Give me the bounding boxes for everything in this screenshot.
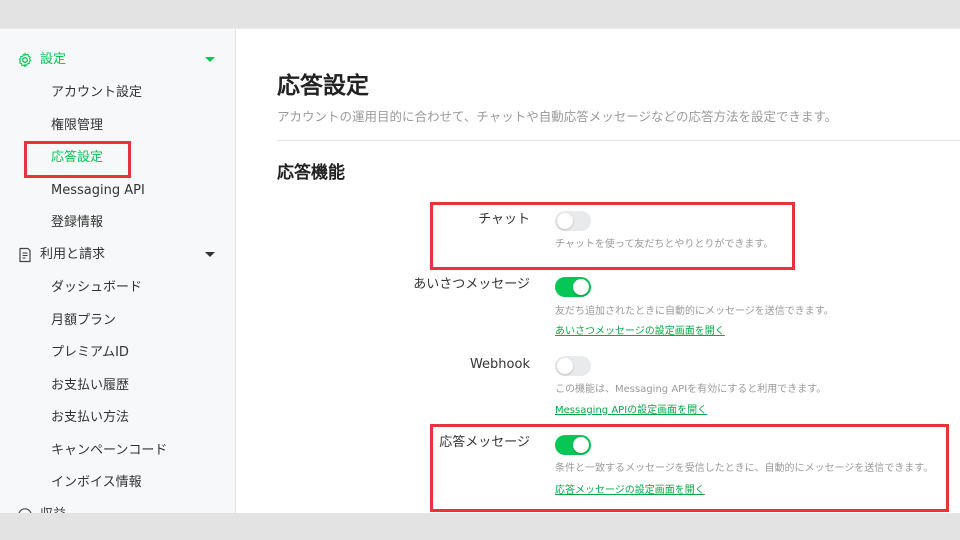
section-title: 応答機能 xyxy=(277,163,345,183)
setting-label-webhook: Webhook xyxy=(469,357,530,372)
sidebar-item-payment-method[interactable]: お支払い方法 xyxy=(51,410,129,426)
page-title: 応答設定 xyxy=(277,73,369,99)
highlight-box-sidebar xyxy=(24,141,131,178)
sidebar: 設定 アカウント設定 権限管理 応答設定 Messaging API 登録情報 … xyxy=(0,29,236,513)
toggle-knob xyxy=(557,358,573,374)
sidebar-item-registration-info[interactable]: 登録情報 xyxy=(51,215,103,231)
messaging-api-settings-link[interactable]: Messaging APIの設定画面を開く xyxy=(555,405,707,417)
receipt-icon xyxy=(19,247,31,263)
sidebar-group-billing[interactable]: 利用と請求 xyxy=(0,241,236,269)
sidebar-group-revenue[interactable]: 収益 xyxy=(0,501,236,513)
page-description: アカウントの運用目的に合わせて、チャットや自動応答メッセージなどの応答方法を設定… xyxy=(277,109,838,124)
sidebar-item-campaign-code[interactable]: キャンペーンコード xyxy=(51,443,167,459)
greeting-message-toggle[interactable] xyxy=(555,277,591,297)
sidebar-group-label: 設定 xyxy=(40,52,67,67)
sidebar-item-permissions[interactable]: 権限管理 xyxy=(51,118,103,134)
sidebar-group-settings[interactable]: 設定 xyxy=(0,46,236,74)
chevron-down-icon xyxy=(205,252,215,257)
sidebar-group-label: 利用と請求 xyxy=(40,247,106,262)
setting-description-webhook: この機能は、Messaging APIを有効にすると利用できます。 xyxy=(555,384,827,395)
bottom-bar xyxy=(0,513,960,540)
setting-description-greeting: 友だち追加されたときに自動的にメッセージを送信できます。 xyxy=(555,306,834,317)
divider xyxy=(277,140,960,141)
gear-icon xyxy=(18,52,32,68)
sidebar-item-messaging-api[interactable]: Messaging API xyxy=(51,183,145,199)
main-content: 応答設定 アカウントの運用目的に合わせて、チャットや自動応答メッセージなどの応答… xyxy=(237,29,960,513)
toggle-knob xyxy=(573,279,589,295)
greeting-settings-link[interactable]: あいさつメッセージの設定画面を開く xyxy=(555,326,725,338)
chevron-down-icon xyxy=(205,57,215,62)
sidebar-item-invoice-info[interactable]: インボイス情報 xyxy=(51,475,142,491)
sidebar-item-premium-id[interactable]: プレミアムID xyxy=(51,345,129,361)
webhook-toggle[interactable] xyxy=(555,356,591,376)
highlight-box-chat xyxy=(430,202,795,270)
sidebar-item-payment-history[interactable]: お支払い履歴 xyxy=(51,378,129,394)
sidebar-item-dashboard[interactable]: ダッシュボード xyxy=(51,280,142,296)
highlight-box-auto-response xyxy=(430,424,949,512)
sidebar-item-account-settings[interactable]: アカウント設定 xyxy=(51,85,142,101)
sidebar-item-monthly-plan[interactable]: 月額プラン xyxy=(51,313,116,329)
app-window: 設定 アカウント設定 権限管理 応答設定 Messaging API 登録情報 … xyxy=(0,28,960,513)
setting-label-greeting: あいさつメッセージ xyxy=(413,277,530,292)
